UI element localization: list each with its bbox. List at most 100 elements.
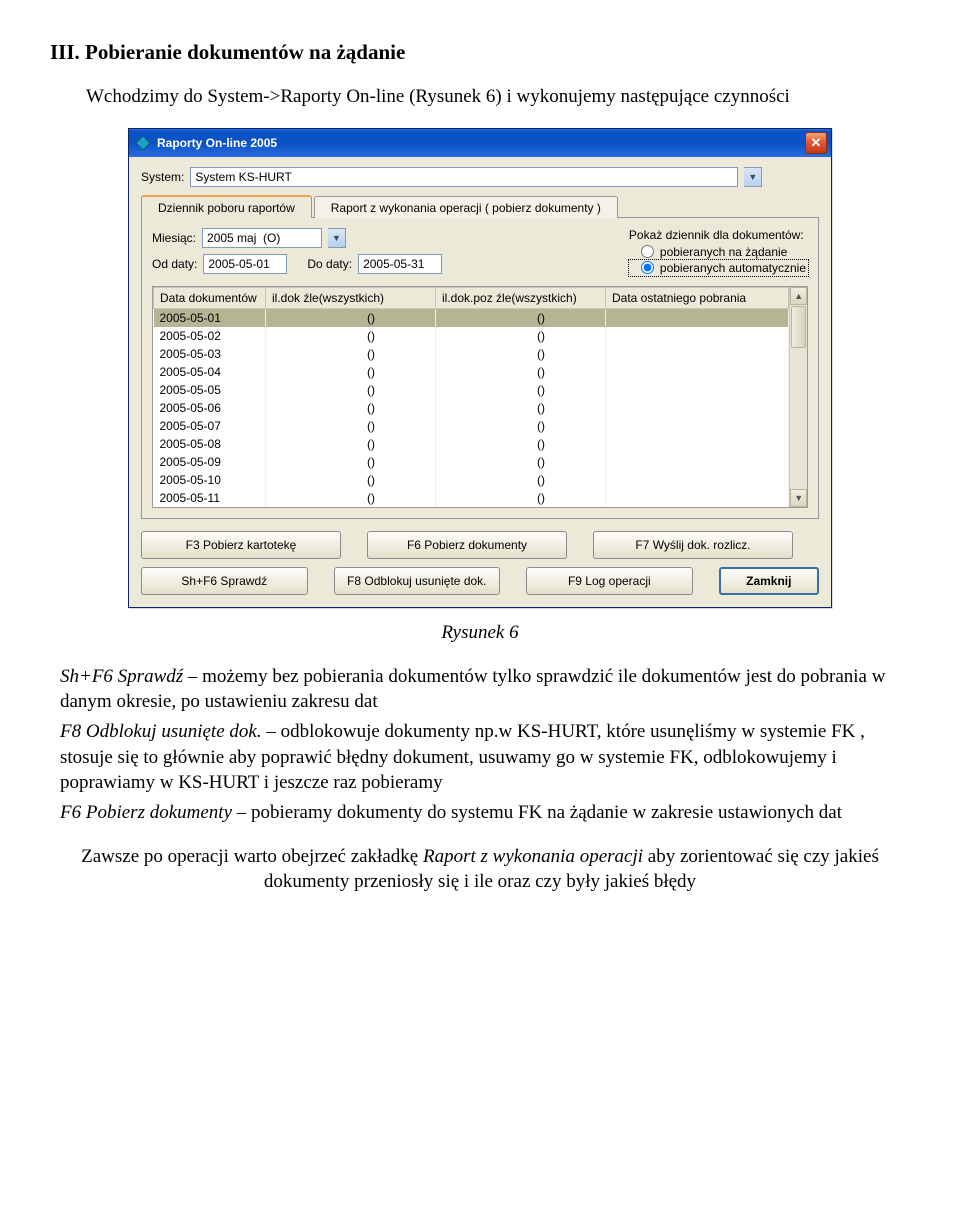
- table-cell: 2005-05-05: [154, 381, 266, 399]
- section-heading: III. Pobieranie dokumentów na żądanie: [50, 40, 910, 65]
- figure-caption: Rysunek 6: [50, 622, 910, 644]
- col-ildokpoz-header[interactable]: il.dok.poz źle(wszystkich): [436, 287, 606, 308]
- table-cell: (): [436, 417, 606, 435]
- table-cell: (): [266, 381, 436, 399]
- table-cell: (): [266, 327, 436, 345]
- table-cell: [606, 327, 789, 345]
- from-date-field[interactable]: [203, 254, 287, 274]
- table-cell: [606, 471, 789, 489]
- radio-automatic-label: pobieranych automatycznie: [660, 261, 806, 275]
- month-dropdown-icon[interactable]: ▼: [328, 228, 346, 248]
- data-grid: Data dokumentów il.dok źle(wszystkich) i…: [152, 286, 808, 508]
- system-field[interactable]: [190, 167, 738, 187]
- to-date-label: Do daty:: [307, 257, 352, 271]
- table-cell: 2005-05-02: [154, 327, 266, 345]
- table-row[interactable]: 2005-05-02()(): [154, 327, 789, 345]
- closing-paragraph: Zawsze po operacji warto obejrzeć zakład…: [50, 844, 910, 895]
- intro-paragraph: Wchodzimy do System->Raporty On-line (Ry…: [86, 85, 910, 110]
- table-row[interactable]: 2005-05-10()(): [154, 471, 789, 489]
- to-date-field[interactable]: [358, 254, 442, 274]
- table-cell: 2005-05-10: [154, 471, 266, 489]
- table-cell: (): [436, 399, 606, 417]
- btn-f8-odblokuj[interactable]: F8 Odblokuj usunięte dok.: [334, 567, 501, 595]
- btn-f9-log-operacji[interactable]: F9 Log operacji: [526, 567, 693, 595]
- from-date-label: Od daty:: [152, 257, 197, 271]
- table-cell: (): [266, 435, 436, 453]
- table-cell: (): [266, 417, 436, 435]
- table-cell: (): [436, 363, 606, 381]
- table-cell: [606, 345, 789, 363]
- list-term-2: F8 Odblokuj usunięte dok.: [60, 721, 262, 742]
- table-cell: [606, 308, 789, 327]
- table-cell: (): [436, 327, 606, 345]
- table-cell: (): [266, 363, 436, 381]
- table-cell: 2005-05-04: [154, 363, 266, 381]
- list-term-1: Sh+F6 Sprawdź: [60, 666, 183, 687]
- list-term-3: F6 Pobierz dokumenty: [60, 802, 232, 823]
- table-cell: (): [436, 308, 606, 327]
- table-cell: (): [436, 435, 606, 453]
- window-title: Raporty On-line 2005: [157, 136, 277, 150]
- instruction-list: Sh+F6 Sprawdź – możemy bez pobierania do…: [60, 664, 910, 826]
- table-cell: 2005-05-01: [154, 308, 266, 327]
- table-row[interactable]: 2005-05-01()(): [154, 308, 789, 327]
- scroll-up-icon[interactable]: ▲: [790, 287, 807, 305]
- radio-group-title: Pokaż dziennik dla dokumentów:: [629, 228, 808, 242]
- table-row[interactable]: 2005-05-08()(): [154, 435, 789, 453]
- tab-raport-operacji[interactable]: Raport z wykonania operacji ( pobierz do…: [314, 196, 618, 218]
- table-cell: (): [266, 345, 436, 363]
- table-cell: (): [266, 471, 436, 489]
- table-cell: 2005-05-06: [154, 399, 266, 417]
- scroll-down-icon[interactable]: ▼: [790, 489, 807, 507]
- month-field[interactable]: [202, 228, 322, 248]
- table-cell: (): [436, 489, 606, 507]
- btn-f6-pobierz-dokumenty[interactable]: F6 Pobierz dokumenty: [367, 531, 567, 559]
- table-cell: (): [436, 471, 606, 489]
- table-row[interactable]: 2005-05-03()(): [154, 345, 789, 363]
- app-icon: [135, 135, 151, 151]
- close-icon[interactable]: ✕: [805, 132, 827, 154]
- system-label: System:: [141, 170, 184, 184]
- table-cell: 2005-05-08: [154, 435, 266, 453]
- table-row[interactable]: 2005-05-11()(): [154, 489, 789, 507]
- vertical-scrollbar[interactable]: ▲ ▼: [789, 287, 807, 507]
- titlebar[interactable]: Raporty On-line 2005 ✕: [129, 129, 831, 157]
- btn-zamknij[interactable]: Zamknij: [719, 567, 819, 595]
- col-lastfetch-header[interactable]: Data ostatniego pobrania: [606, 287, 789, 308]
- table-cell: (): [266, 308, 436, 327]
- dialog-raporty-online: Raporty On-line 2005 ✕ System: ▼ Dzienni…: [128, 128, 832, 608]
- table-cell: [606, 435, 789, 453]
- closing-italic: Raport z wykonania operacji: [423, 846, 643, 867]
- table-row[interactable]: 2005-05-04()(): [154, 363, 789, 381]
- table-cell: [606, 417, 789, 435]
- radio-automatic[interactable]: pobieranych automatycznie: [629, 260, 808, 276]
- table-cell: [606, 381, 789, 399]
- radio-group-filter: Pokaż dziennik dla dokumentów: pobierany…: [629, 228, 808, 276]
- table-cell: [606, 453, 789, 471]
- btn-f3-pobierz-kartoteke[interactable]: F3 Pobierz kartotekę: [141, 531, 341, 559]
- table-row[interactable]: 2005-05-07()(): [154, 417, 789, 435]
- scroll-thumb[interactable]: [791, 306, 806, 348]
- tab-dziennik[interactable]: Dziennik poboru raportów: [141, 195, 312, 218]
- btn-f7-wyslij-rozlicz[interactable]: F7 Wyślij dok. rozlicz.: [593, 531, 793, 559]
- table-row[interactable]: 2005-05-06()(): [154, 399, 789, 417]
- table-row[interactable]: 2005-05-05()(): [154, 381, 789, 399]
- btn-shf6-sprawdz[interactable]: Sh+F6 Sprawdź: [141, 567, 308, 595]
- table-cell: 2005-05-11: [154, 489, 266, 507]
- system-dropdown-icon[interactable]: ▼: [744, 167, 762, 187]
- table-cell: (): [436, 381, 606, 399]
- list-desc-3: – pobieramy dokumenty do systemu FK na ż…: [232, 802, 842, 823]
- closing-part1: Zawsze po operacji warto obejrzeć zakład…: [81, 846, 423, 867]
- table-cell: (): [266, 453, 436, 471]
- col-ildok-header[interactable]: il.dok źle(wszystkich): [266, 287, 436, 308]
- table-row[interactable]: 2005-05-09()(): [154, 453, 789, 471]
- table-cell: [606, 399, 789, 417]
- radio-on-demand[interactable]: pobieranych na żądanie: [629, 244, 808, 260]
- tabstrip: Dziennik poboru raportów Raport z wykona…: [141, 195, 819, 218]
- table-cell: 2005-05-07: [154, 417, 266, 435]
- col-date-header[interactable]: Data dokumentów: [154, 287, 266, 308]
- list-desc-1: – możemy bez pobierania dokumentów tylko…: [60, 666, 885, 713]
- table-cell: [606, 489, 789, 507]
- table-cell: (): [436, 453, 606, 471]
- table-cell: 2005-05-03: [154, 345, 266, 363]
